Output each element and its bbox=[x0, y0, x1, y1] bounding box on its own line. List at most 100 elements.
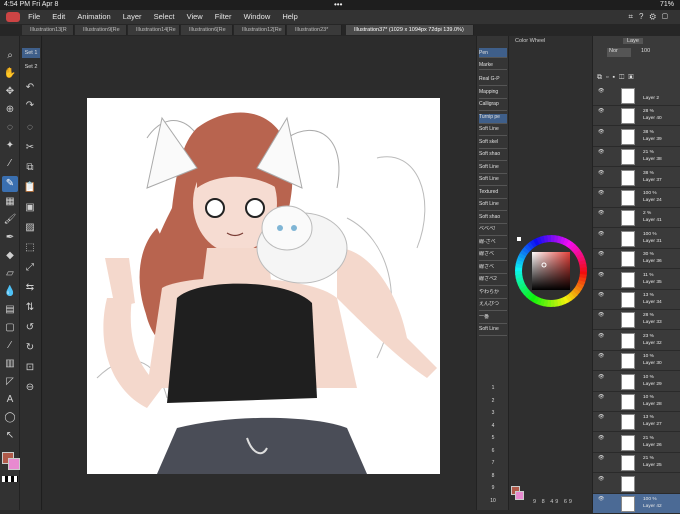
toolbar-icons[interactable]: ⌗?⚙▢ bbox=[628, 12, 674, 22]
layer-row[interactable]: 👁 28 % Layer 40 bbox=[593, 106, 680, 127]
clear-icon[interactable]: ▣ bbox=[22, 200, 38, 216]
eyedropper-icon[interactable]: ⁄ bbox=[2, 156, 18, 172]
eye-icon[interactable]: 👁 bbox=[598, 252, 604, 257]
operation-icon[interactable]: ↖ bbox=[2, 428, 18, 444]
lasso-icon[interactable]: ◌ bbox=[2, 120, 18, 136]
airbrush-icon[interactable]: ✒ bbox=[2, 230, 18, 246]
balloon-icon[interactable]: ◯ bbox=[2, 410, 18, 426]
tab-illustration9[interactable]: Illustration9[Re bbox=[75, 25, 127, 35]
eye-icon[interactable]: 👁 bbox=[598, 129, 604, 135]
brush-size-item[interactable]: 10 bbox=[479, 494, 507, 504]
brush-item[interactable]: 一番 bbox=[479, 314, 507, 324]
zoom-out-icon[interactable]: ⊖ bbox=[22, 380, 38, 396]
brush-size-item[interactable]: 6 bbox=[479, 444, 507, 454]
menu-animation[interactable]: Animation bbox=[77, 10, 110, 24]
brush-size-item[interactable]: 7 bbox=[479, 456, 507, 466]
menu-select[interactable]: Select bbox=[154, 10, 175, 24]
layer-row[interactable]: 👁 38 % Layer 37 bbox=[593, 168, 680, 188]
scale-icon[interactable]: ⤢ bbox=[22, 260, 38, 276]
layer-row[interactable]: 👁 21 % Layer 25 bbox=[593, 453, 680, 474]
eye-icon[interactable]: 👁 bbox=[598, 170, 604, 176]
layer-tool-icons[interactable]: ⧉▫▪◫▣ bbox=[597, 74, 638, 82]
brush-item[interactable]: Soft Line bbox=[479, 164, 507, 174]
eye-icon[interactable]: 👁 bbox=[598, 89, 604, 94]
layer-row[interactable]: 👁 Layer 2 bbox=[593, 86, 680, 106]
transparent-color-icon[interactable] bbox=[2, 476, 18, 482]
magic-wand-icon[interactable]: ✦ bbox=[2, 138, 18, 154]
brush-item[interactable]: 線-ざべ bbox=[479, 239, 507, 249]
redo-icon[interactable]: ↷ bbox=[22, 98, 38, 114]
pen-icon[interactable]: ✎ bbox=[2, 176, 18, 192]
brush-size-item[interactable]: 1 bbox=[479, 381, 507, 391]
brush-tab-pen[interactable]: Pen bbox=[479, 48, 507, 58]
eraser-icon[interactable]: ▱ bbox=[2, 266, 18, 282]
brush-item[interactable]: Mapping bbox=[479, 89, 507, 99]
set-1-button[interactable]: Set 1 bbox=[22, 48, 40, 58]
brush-tab-marker[interactable]: Marke bbox=[479, 60, 507, 70]
brush-size-item[interactable]: 5 bbox=[479, 431, 507, 441]
rotate-right-icon[interactable]: ↻ bbox=[22, 340, 38, 356]
eye-icon[interactable]: 👁 bbox=[598, 497, 604, 502]
sub-color-swatch[interactable] bbox=[8, 458, 20, 470]
menu-view[interactable]: View bbox=[187, 10, 203, 24]
layer-row[interactable]: 👁 100 % Layer 42 bbox=[593, 494, 680, 514]
layer-row[interactable]: 👁 38 % Layer 39 bbox=[593, 127, 680, 147]
layer-tab[interactable]: Laye bbox=[623, 38, 643, 44]
brush-item[interactable]: えんぴつ bbox=[479, 301, 507, 311]
ruler-icon[interactable]: ◸ bbox=[2, 374, 18, 390]
eye-icon[interactable]: 👁 bbox=[598, 293, 604, 298]
opacity-value[interactable]: 100 bbox=[641, 48, 650, 54]
menu-edit[interactable]: Edit bbox=[52, 10, 65, 24]
gradient-icon[interactable]: ▤ bbox=[2, 302, 18, 318]
eye-icon[interactable]: 👁 bbox=[598, 231, 604, 237]
brush-item[interactable]: Textured bbox=[479, 189, 507, 199]
brush-size-item[interactable]: 3 bbox=[479, 406, 507, 416]
zoom-icon[interactable]: ⌕ bbox=[2, 48, 18, 64]
brush-item[interactable]: Soft shao bbox=[479, 151, 507, 161]
layer-row[interactable]: 👁 28 % Layer 33 bbox=[593, 310, 680, 331]
brush-item[interactable]: Soft Line bbox=[479, 126, 507, 136]
eye-icon[interactable]: 👁 bbox=[598, 150, 604, 155]
artwork-canvas[interactable] bbox=[87, 98, 440, 474]
brush-item[interactable]: Soft shao bbox=[479, 214, 507, 224]
brush-item[interactable]: 線ざべ bbox=[479, 264, 507, 274]
layer-row[interactable]: 👁 100 % Layer 31 bbox=[593, 229, 680, 249]
brush-item[interactable]: Soft Line bbox=[479, 326, 507, 336]
eye-icon[interactable]: 👁 bbox=[598, 415, 604, 420]
eye-icon[interactable]: 👁 bbox=[598, 211, 604, 216]
move-icon[interactable]: ✥ bbox=[2, 84, 18, 100]
menu-filter[interactable]: Filter bbox=[215, 10, 232, 24]
layer-row[interactable]: 👁 21 % Layer 26 bbox=[593, 433, 680, 453]
layer-row[interactable]: 👁 10 % Layer 28 bbox=[593, 392, 680, 412]
tab-illustration14[interactable]: Illustration14[Re bbox=[128, 25, 180, 35]
brush-size-item[interactable]: 2 bbox=[479, 394, 507, 404]
brush-item[interactable]: Soft Line bbox=[479, 201, 507, 211]
rotate-left-icon[interactable]: ↺ bbox=[22, 320, 38, 336]
blend-mode-select[interactable]: Nor bbox=[607, 48, 631, 57]
eye-icon[interactable]: 👁 bbox=[598, 272, 604, 278]
eye-icon[interactable]: 👁 bbox=[598, 109, 604, 114]
flip-horizontal-icon[interactable]: ⇆ bbox=[22, 280, 38, 296]
sub-color-swatch-small[interactable] bbox=[515, 491, 524, 500]
multitask-dots[interactable]: ••• bbox=[334, 0, 342, 9]
deselect-icon[interactable]: ◌ bbox=[22, 120, 38, 136]
eye-icon[interactable]: 👁 bbox=[598, 333, 604, 339]
layer-row[interactable]: 👁 23 % Layer 32 bbox=[593, 331, 680, 351]
set-2-button[interactable]: Set 2 bbox=[22, 62, 40, 72]
tab-illustration12[interactable]: Illustration12[Re bbox=[234, 25, 286, 35]
tab-illustration6[interactable]: Illustration6[Re bbox=[181, 25, 233, 35]
menu-file[interactable]: File bbox=[28, 10, 40, 24]
brush-item[interactable]: 線ざべ2 bbox=[479, 276, 507, 286]
select-all-icon[interactable]: ⬚ bbox=[22, 240, 38, 256]
tab-illustration13[interactable]: Illustration13[R bbox=[22, 25, 74, 35]
hand-icon[interactable]: ✋ bbox=[2, 66, 18, 82]
layer-row[interactable]: 👁 10 % Layer 29 bbox=[593, 372, 680, 392]
brush-item[interactable]: Turnip pe bbox=[479, 113, 507, 124]
transform-icon[interactable]: ⊕ bbox=[2, 102, 18, 118]
copy-icon[interactable]: ⧉ bbox=[22, 160, 38, 176]
eye-icon[interactable]: 👁 bbox=[598, 476, 604, 482]
blend-icon[interactable]: 💧 bbox=[2, 284, 18, 300]
eye-icon[interactable]: 👁 bbox=[598, 313, 604, 318]
eye-icon[interactable]: 👁 bbox=[598, 191, 604, 196]
layer-row[interactable]: 👁 11 % Layer 35 bbox=[593, 270, 680, 290]
